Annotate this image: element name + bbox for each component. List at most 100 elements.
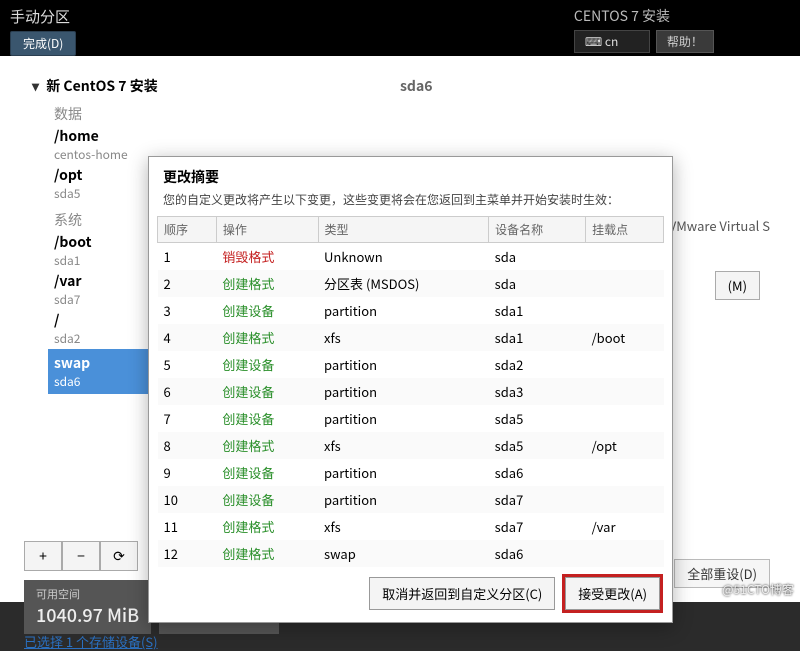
table-row[interactable]: 10创建设备partitionsda7 bbox=[158, 486, 664, 513]
cell-op: 创建格式 bbox=[216, 540, 318, 567]
cell-order: 4 bbox=[158, 324, 217, 351]
table-row[interactable]: 5创建设备partitionsda2 bbox=[158, 351, 664, 378]
table-row[interactable]: 2创建格式分区表 (MSDOS)sda bbox=[158, 270, 664, 297]
cell-mount: /boot bbox=[586, 324, 664, 351]
category-data: 数据 bbox=[54, 104, 354, 124]
remove-button[interactable]: − bbox=[62, 541, 100, 571]
main-area: ▾ 新 CentOS 7 安装 数据 /home centos-home /op… bbox=[0, 56, 800, 602]
cell-device: sda5 bbox=[489, 405, 586, 432]
cell-mount: /opt bbox=[586, 432, 664, 459]
cell-mount bbox=[586, 459, 664, 486]
table-row[interactable]: 8创建格式xfssda5/opt bbox=[158, 432, 664, 459]
cell-op: 创建格式 bbox=[216, 324, 318, 351]
cell-mount bbox=[586, 351, 664, 378]
install-title: CENTOS 7 安装 bbox=[574, 6, 790, 26]
th-op[interactable]: 操作 bbox=[216, 217, 318, 243]
watermark: @51CTO博客 bbox=[722, 581, 794, 598]
reload-button[interactable]: ⟳ bbox=[100, 541, 138, 571]
cell-order: 2 bbox=[158, 270, 217, 297]
changes-table: 顺序 操作 类型 设备名称 挂载点 1销毁格式Unknownsda2创建格式分区… bbox=[157, 216, 664, 567]
table-row[interactable]: 11创建格式xfssda7/var bbox=[158, 513, 664, 540]
cell-mount bbox=[586, 405, 664, 432]
cell-op: 创建设备 bbox=[216, 405, 318, 432]
table-row[interactable]: 3创建设备partitionsda1 bbox=[158, 297, 664, 324]
cell-mount bbox=[586, 486, 664, 513]
table-row[interactable]: 4创建格式xfssda1/boot bbox=[158, 324, 664, 351]
device-details: sda6 bbox=[400, 76, 432, 96]
cell-op: 创建格式 bbox=[216, 270, 318, 297]
cell-device: sda2 bbox=[489, 351, 586, 378]
cell-mount bbox=[586, 297, 664, 324]
cell-order: 11 bbox=[158, 513, 217, 540]
cell-mount: /var bbox=[586, 513, 664, 540]
help-button[interactable]: 帮助！ bbox=[656, 30, 714, 53]
th-mount[interactable]: 挂载点 bbox=[586, 217, 664, 243]
cell-order: 1 bbox=[158, 243, 217, 271]
cell-type: Unknown bbox=[318, 243, 489, 271]
table-row[interactable]: 6创建设备partitionsda3 bbox=[158, 378, 664, 405]
cell-order: 5 bbox=[158, 351, 217, 378]
chevron-down-icon: ▾ bbox=[32, 76, 39, 96]
free-space-label: 可用空间 bbox=[36, 586, 139, 602]
cell-mount bbox=[586, 243, 664, 271]
table-row[interactable]: 7创建设备partitionsda5 bbox=[158, 405, 664, 432]
cell-type: partition bbox=[318, 378, 489, 405]
table-row[interactable]: 9创建设备partitionsda6 bbox=[158, 459, 664, 486]
cell-type: partition bbox=[318, 297, 489, 324]
cell-type: xfs bbox=[318, 513, 489, 540]
cell-op: 创建设备 bbox=[216, 459, 318, 486]
cell-device: sda3 bbox=[489, 378, 586, 405]
cell-op: 销毁格式 bbox=[216, 243, 318, 271]
cell-order: 10 bbox=[158, 486, 217, 513]
device-description: VMware Virtual S bbox=[669, 216, 770, 235]
dialog-title: 更改摘要 bbox=[149, 157, 672, 191]
cell-order: 7 bbox=[158, 405, 217, 432]
storage-link[interactable]: 已选择 1 个存储设备(S) bbox=[24, 632, 158, 651]
cell-op: 创建设备 bbox=[216, 378, 318, 405]
device-label: sda6 bbox=[400, 76, 432, 96]
top-bar: 手动分区 完成(D) CENTOS 7 安装 ⌨ cn 帮助！ bbox=[0, 0, 800, 56]
cell-type: 分区表 (MSDOS) bbox=[318, 270, 489, 297]
cell-order: 9 bbox=[158, 459, 217, 486]
cell-order: 12 bbox=[158, 540, 217, 567]
cell-device: sda7 bbox=[489, 486, 586, 513]
cell-device: sda6 bbox=[489, 459, 586, 486]
tree-root[interactable]: ▾ 新 CentOS 7 安装 bbox=[24, 76, 354, 96]
cell-mount bbox=[586, 378, 664, 405]
cell-device: sda bbox=[489, 270, 586, 297]
cell-device: sda1 bbox=[489, 324, 586, 351]
keyboard-indicator[interactable]: ⌨ cn bbox=[574, 30, 650, 53]
cell-device: sda1 bbox=[489, 297, 586, 324]
cell-device: sda5 bbox=[489, 432, 586, 459]
th-type[interactable]: 类型 bbox=[318, 217, 489, 243]
cell-type: swap bbox=[318, 540, 489, 567]
cell-type: xfs bbox=[318, 432, 489, 459]
mount-label: /home bbox=[54, 126, 354, 146]
cell-device: sda7 bbox=[489, 513, 586, 540]
cell-type: partition bbox=[318, 405, 489, 432]
cancel-button[interactable]: 取消并返回到自定义分区(C) bbox=[369, 577, 555, 610]
cell-device: sda bbox=[489, 243, 586, 271]
modify-button[interactable]: (M) bbox=[715, 271, 760, 300]
tree-toolbar: + − ⟳ bbox=[24, 541, 138, 571]
dialog-subtitle: 您的自定义更改将产生以下变更，这些变更将会在您返回到主菜单并开始安装时生效： bbox=[149, 191, 672, 216]
cell-op: 创建设备 bbox=[216, 297, 318, 324]
tree-root-label: 新 CentOS 7 安装 bbox=[46, 76, 158, 96]
summary-dialog: 更改摘要 您的自定义更改将产生以下变更，这些变更将会在您返回到主菜单并开始安装时… bbox=[148, 156, 673, 623]
th-device[interactable]: 设备名称 bbox=[489, 217, 586, 243]
page-title: 手动分区 bbox=[10, 6, 76, 27]
cell-type: partition bbox=[318, 486, 489, 513]
table-row[interactable]: 1销毁格式Unknownsda bbox=[158, 243, 664, 271]
free-space-box: 可用空间 1040.97 MiB bbox=[24, 580, 151, 634]
free-space-value: 1040.97 MiB bbox=[36, 602, 139, 628]
cell-op: 创建设备 bbox=[216, 351, 318, 378]
cell-op: 创建格式 bbox=[216, 513, 318, 540]
cell-order: 8 bbox=[158, 432, 217, 459]
cell-type: xfs bbox=[318, 324, 489, 351]
cell-device: sda6 bbox=[489, 540, 586, 567]
accept-button[interactable]: 接受更改(A) bbox=[565, 577, 660, 610]
table-row[interactable]: 12创建格式swapsda6 bbox=[158, 540, 664, 567]
th-order[interactable]: 顺序 bbox=[158, 217, 217, 243]
add-button[interactable]: + bbox=[24, 541, 62, 571]
done-button[interactable]: 完成(D) bbox=[10, 31, 76, 56]
